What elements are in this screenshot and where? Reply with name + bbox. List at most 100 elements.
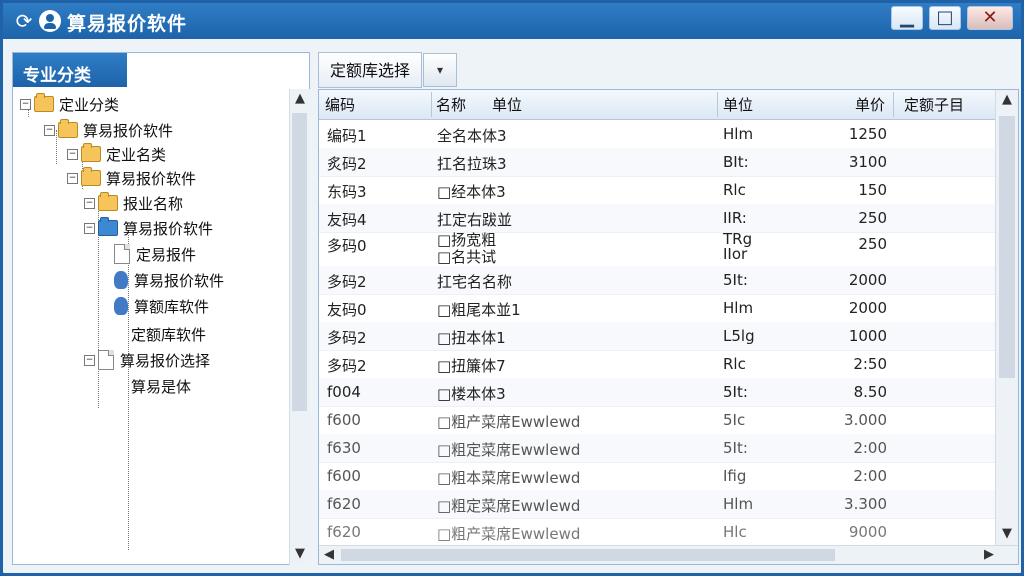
cell-unit: IIR: xyxy=(723,209,747,227)
window-title: 算易报价软件 xyxy=(67,13,188,35)
table-row[interactable]: 炙码2 扛名拉珠3 BIt: 3100 xyxy=(319,148,995,177)
scroll-down-icon[interactable]: ▼ xyxy=(291,546,309,561)
tree-node-11[interactable]: 算易是体 xyxy=(131,375,191,397)
scroll-right-icon[interactable]: ▶ xyxy=(980,547,998,562)
cell-name: □粗定菜席Ewwlewd xyxy=(437,441,581,459)
tree-vertical-scrollbar[interactable]: ▲ ▼ xyxy=(289,89,310,565)
database-icon xyxy=(114,297,128,315)
tree-node-5[interactable]: − 算易报价软件 xyxy=(84,217,213,239)
tree-node-3[interactable]: − 算易报价软件 xyxy=(67,167,196,189)
blue-folder-icon xyxy=(98,217,118,236)
column-subitem[interactable]: 定额子目 xyxy=(904,94,964,115)
cell-price: 3100 xyxy=(848,153,887,171)
tree-node-label: 算易是体 xyxy=(131,377,192,396)
tree-node-7[interactable]: 算易报价软件 xyxy=(114,269,224,291)
cell-price: 2:50 xyxy=(853,355,887,373)
cell-name: □扭簾体7 xyxy=(437,357,506,375)
cell-unit: Hlm xyxy=(723,495,754,513)
table-row[interactable]: f620 □粗定菜席Ewwlewd Hlm 3.300 xyxy=(319,490,995,519)
minimize-button[interactable]: ▁ xyxy=(891,6,923,30)
scroll-up-icon[interactable]: ▲ xyxy=(291,91,309,106)
cell-code: 炙码2 xyxy=(327,155,367,173)
tree-node-label: 算额库软件 xyxy=(134,297,210,316)
collapse-icon[interactable]: − xyxy=(84,354,95,366)
table-row[interactable]: f600 □粗产菜席Ewwlewd 5Ic 3.000 xyxy=(319,406,995,435)
cell-name: □扬宽粗 □名共试 xyxy=(437,231,497,266)
cell-price: 2000 xyxy=(848,271,887,289)
cell-name: □粗尾本並1 xyxy=(437,301,521,319)
scroll-down-icon[interactable]: ▼ xyxy=(998,526,1016,541)
table-row[interactable]: 友码0 □粗尾本並1 Hlm 2000 xyxy=(319,294,995,323)
cell-code: f620 xyxy=(327,495,361,513)
cell-code: 编码1 xyxy=(327,127,367,145)
tree-node-label: 定业名类 xyxy=(106,145,167,164)
table-horizontal-scrollbar[interactable]: ◀ ▶ xyxy=(319,545,1018,564)
app-window: ⟳ 算易报价软件 ▁ □ ✕ 专业分类 − 定业分类 − 算易报价软件 − 定业名类 … xyxy=(0,0,1024,576)
cell-name: □粗本菜席Ewwlewd xyxy=(437,469,581,487)
cell-price: 3.300 xyxy=(844,495,887,513)
horizontal-scroll-thumb[interactable] xyxy=(341,549,835,561)
tree-node-9[interactable]: 定额库软件 xyxy=(131,323,206,345)
chevron-down-icon[interactable]: ▾ xyxy=(423,53,457,87)
column-name[interactable]: 名称 xyxy=(436,94,466,115)
cell-code: f600 xyxy=(327,467,361,485)
scroll-thumb[interactable] xyxy=(292,113,307,411)
collapse-icon[interactable]: − xyxy=(84,222,95,234)
scroll-left-icon[interactable]: ◀ xyxy=(320,547,338,562)
cell-unit: 5It: xyxy=(723,271,748,289)
cell-name: 扛定右跋並 xyxy=(437,211,513,229)
folder-icon xyxy=(58,119,78,138)
cell-price: 2:00 xyxy=(853,439,887,457)
close-button[interactable]: ✕ xyxy=(967,6,1013,30)
quota-panel: 定额库选择 ▾ 编码 名称 单位 单位 单价 定额子目 编码1 全名本体3 Hlm 1… xyxy=(318,52,1019,565)
column-price[interactable]: 单价 xyxy=(855,94,885,115)
table-row[interactable]: f630 □粗定菜席Ewwlewd 5It: 2:00 xyxy=(319,434,995,463)
table-row[interactable]: f600 □粗本菜席Ewwlewd Ifig 2:00 xyxy=(319,462,995,491)
cell-unit: Hlm xyxy=(723,299,754,317)
collapse-icon[interactable]: − xyxy=(67,172,78,184)
collapse-icon[interactable]: − xyxy=(44,124,55,136)
scroll-up-icon[interactable]: ▲ xyxy=(998,92,1016,107)
tree-node-2[interactable]: − 定业名类 xyxy=(67,143,166,165)
table-row[interactable]: f620 □粗产菜席Ewwlewd Hlc 9000 xyxy=(319,518,995,547)
table-row[interactable]: 编码1 全名本体3 Hlm 1250 xyxy=(319,120,995,149)
cell-price: 2000 xyxy=(848,299,887,317)
table-vertical-scrollbar[interactable]: ▲ ▼ xyxy=(995,90,1018,546)
collapse-icon[interactable]: − xyxy=(67,148,78,160)
cell-code: 多码2 xyxy=(327,273,367,291)
tree-node-0[interactable]: − 定业分类 xyxy=(20,93,119,115)
cell-price: 1000 xyxy=(848,327,887,345)
cell-unit: L5lg xyxy=(723,327,755,345)
cell-price: 1250 xyxy=(848,125,887,143)
table-row[interactable]: 多码2 □扭簾体7 Rlc 2:50 xyxy=(319,350,995,379)
quota-library-tab[interactable]: 定额库选择 xyxy=(318,52,422,88)
table-row[interactable]: 多码2 □扭本体1 L5lg 1000 xyxy=(319,322,995,351)
collapse-icon[interactable]: − xyxy=(84,197,95,209)
cell-name: □楼本体3 xyxy=(437,385,506,403)
tree-node-1[interactable]: − 算易报价软件 xyxy=(44,119,173,141)
collapse-icon[interactable]: − xyxy=(20,98,31,110)
column-unit-label[interactable]: 单位 xyxy=(492,94,522,115)
column-unit[interactable]: 单位 xyxy=(723,94,753,115)
table-row[interactable]: 多码2 扛宅名名称 5It: 2000 xyxy=(319,266,995,295)
tree-node-8[interactable]: 算额库软件 xyxy=(114,295,209,317)
tree-node-10[interactable]: − 算易报价选择 xyxy=(84,349,210,371)
tree-node-label: 算易报价软件 xyxy=(134,271,225,290)
tree-node-6[interactable]: 定易报件 xyxy=(114,243,196,265)
table-row[interactable]: 东码3 □经本体3 Rlc 150 xyxy=(319,176,995,205)
column-code[interactable]: 编码 xyxy=(325,94,355,115)
table-row[interactable]: 多码0 □扬宽粗 □名共试 TRg IIor 250 xyxy=(319,232,995,267)
category-tree[interactable]: − 定业分类 − 算易报价软件 − 定业名类 − 算易报价软件 − 报业名称 − 算易报价软… xyxy=(13,89,289,565)
scroll-thumb[interactable] xyxy=(999,116,1015,378)
folder-icon xyxy=(81,143,101,162)
cell-name: 全名本体3 xyxy=(437,127,507,145)
table-row[interactable]: 友码4 扛定右跋並 IIR: 250 xyxy=(319,204,995,233)
cell-unit: Hlm xyxy=(723,125,754,143)
tree-node-label: 算易报价软件 xyxy=(83,121,174,140)
cell-code: f620 xyxy=(327,523,361,541)
maximize-button[interactable]: □ xyxy=(929,6,961,30)
category-header: 专业分类 xyxy=(13,53,127,87)
tree-node-4[interactable]: − 报业名称 xyxy=(84,192,183,214)
folder-icon xyxy=(34,93,54,112)
table-row[interactable]: f004 □楼本体3 5It: 8.50 xyxy=(319,378,995,407)
